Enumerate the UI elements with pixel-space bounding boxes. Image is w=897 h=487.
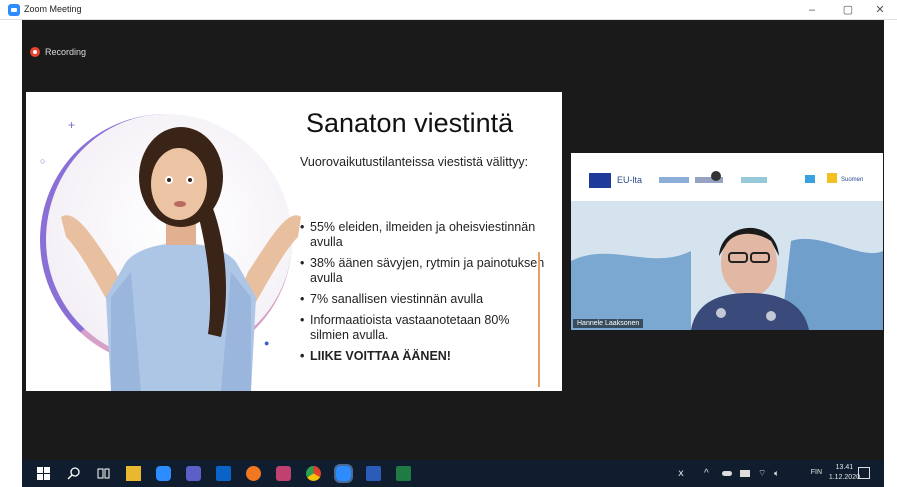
slide-bullet-list: 55% eleiden, ilmeiden ja oheisviestinnän… [300,220,550,370]
eu-flag-icon [589,173,611,188]
partner-logo [741,177,767,183]
partner-square-icon [827,173,837,183]
partner-logo [659,177,689,183]
clock-time: 13.41 [835,464,854,471]
zoom-taskbar-icon[interactable] [156,466,171,481]
close-button[interactable]: ✕ [870,2,890,18]
wifi-icon[interactable]: ⌔ [758,466,773,481]
windows-taskbar: ⅹ ^ ⌔ 🔈︎ FIN 13.41 1.12.2020 [22,460,884,487]
chevron-up-icon[interactable]: ^ [704,466,719,481]
teams-icon[interactable] [186,466,201,481]
speaker-image [571,201,883,330]
slide-accent-line [538,252,540,387]
clock-date: 1.12.2020 [828,474,860,481]
meeting-area: Recording + ○ ● Sanaton viestintä Vuorov… [22,20,884,460]
zoom-active-icon[interactable] [334,464,353,483]
recording-indicator[interactable]: Recording [30,47,86,57]
zoom-app-icon [8,4,20,16]
search-icon[interactable] [66,466,81,481]
shrugging-woman-image [61,127,301,391]
firefox-icon[interactable] [246,466,261,481]
slide-title: Sanaton viestintä [306,108,514,138]
recording-label: Recording [45,47,87,57]
right-logo-text: Suomen [841,177,864,183]
participant-name-tag: Hannele Laaksonen [573,319,644,328]
chrome-icon[interactable] [306,466,321,481]
language-indicator[interactable]: FIN [811,469,822,476]
slide-bullet: 7% sanallisen viestinnän avulla [300,292,550,307]
maximize-button[interactable]: ▢ [838,2,858,18]
minimize-button[interactable]: – [802,2,822,18]
slide-bullet-emphasis: LIIKE VOITTAA ÄÄNEN! [300,349,550,364]
task-view-icon[interactable] [96,466,111,481]
recording-icon [30,47,40,57]
file-explorer-icon[interactable] [126,466,141,481]
shared-screen-slide: + ○ ● Sanaton viestintä Vuorovaikutustil… [26,92,562,391]
slide-bullet: 38% äänen sävyjen, rytmin ja painotuksen… [300,256,550,286]
outlook-icon[interactable] [216,466,231,481]
eu-logo-text: EU-lta [617,175,643,185]
window-title: Zoom Meeting [24,4,82,14]
snip-icon[interactable] [276,466,291,481]
sponsor-logo-strip: EU-lta Suomen [571,153,883,201]
circle-decoration-icon: ○ [40,156,46,166]
excel-icon[interactable] [396,466,411,481]
partner-arrow-icon [805,175,815,183]
slide-bullet: 55% eleiden, ilmeiden ja oheisviestinnän… [300,220,550,250]
battery-icon[interactable] [740,470,750,477]
people-icon[interactable]: ⅹ [678,466,693,481]
slide-bullet: Informaatioista vastaanotetaan 80% silmi… [300,313,550,343]
window-titlebar: Zoom Meeting – ▢ ✕ [0,0,897,20]
windows-start-icon[interactable] [36,466,51,481]
slide-intro-text: Vuorovaikutustilanteissa viestistä välit… [300,155,529,169]
taskbar-clock[interactable]: 13.41 1.12.2020 [829,463,860,483]
word-icon[interactable] [366,466,381,481]
volume-icon[interactable]: 🔈︎ [774,466,789,481]
participant-video[interactable]: EU-lta Suomen Hannele Laaksonen [571,153,883,330]
notifications-icon[interactable] [858,467,870,479]
cloud-icon[interactable] [722,471,732,476]
partner-emblem-icon [711,171,721,181]
